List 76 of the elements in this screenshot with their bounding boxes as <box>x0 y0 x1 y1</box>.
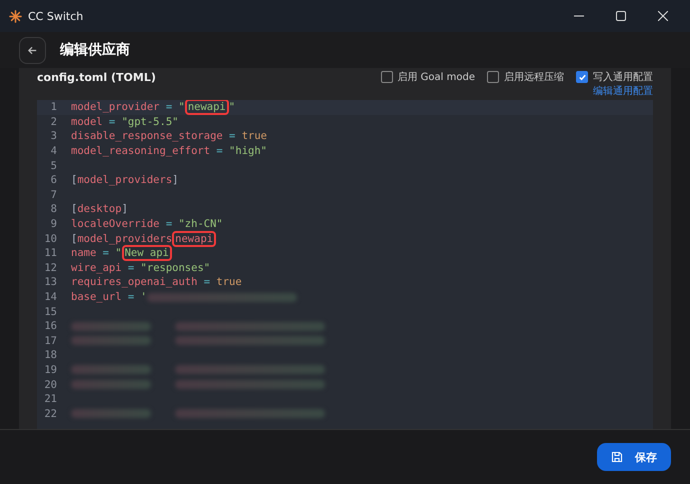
line-number: 1 <box>50 101 57 114</box>
line-number: 20 <box>43 378 57 391</box>
code-token: = <box>202 276 212 288</box>
code-token: disable_response_storage <box>71 130 223 142</box>
code-token: [ <box>71 232 78 245</box>
code-token: [ <box>71 203 78 216</box>
code-token: = <box>164 218 174 230</box>
code-token: requires_openai_auth <box>71 276 198 288</box>
line-number: 21 <box>43 393 57 406</box>
line-number: 17 <box>43 334 57 347</box>
maximize-icon[interactable] <box>616 11 626 21</box>
checkmark-icon <box>578 72 586 82</box>
line-number: 6 <box>50 174 57 186</box>
line-number: 15 <box>43 306 57 318</box>
line-number: 16 <box>43 320 57 332</box>
code-token: newapi <box>186 101 227 114</box>
code-token: model <box>71 116 103 128</box>
line-number: 19 <box>43 364 57 376</box>
code-token: = <box>126 262 136 274</box>
code-token: New api <box>124 247 170 260</box>
code-token: true <box>242 130 267 142</box>
code-token: desktop <box>77 203 122 216</box>
code-token: "responses" <box>140 262 210 274</box>
code-token: " <box>228 101 236 114</box>
close-icon[interactable] <box>658 11 668 21</box>
code-token: = <box>164 101 174 114</box>
line-number: 7 <box>50 188 57 201</box>
code-token: localeOverride <box>71 218 160 230</box>
code-token: model_reasoning_effort <box>71 145 210 158</box>
code-token: ] <box>172 174 178 186</box>
line-number: 3 <box>50 130 57 142</box>
code-token: wire_api <box>71 262 122 274</box>
window-title: CC Switch <box>28 10 84 22</box>
line-number: 14 <box>43 291 57 304</box>
page-title: 编辑供应商 <box>60 41 130 59</box>
edit-common-config-link[interactable]: 编辑通用配置 <box>593 84 653 98</box>
code-token: model_providers <box>77 174 172 186</box>
code-token: name <box>71 247 96 260</box>
code-token: [ <box>71 174 78 186</box>
line-number: 9 <box>50 218 57 230</box>
line-number: 8 <box>50 203 57 216</box>
back-arrow-icon <box>27 44 38 56</box>
code-token: model_providers <box>77 232 172 245</box>
line-number: 12 <box>43 262 57 274</box>
line-number: 22 <box>43 408 57 420</box>
code-token: ' <box>140 291 147 304</box>
code-token: "zh-CN" <box>178 218 223 230</box>
file-title: config.toml (TOML) <box>37 70 156 84</box>
line-number: 4 <box>50 145 57 158</box>
option-checkbox[interactable]: 启用远程压缩 <box>487 70 564 84</box>
code-token: ] <box>122 203 128 216</box>
code-token: = <box>126 291 136 304</box>
code-token: = <box>215 145 224 158</box>
back-button[interactable] <box>19 36 46 64</box>
code-token: = <box>108 116 116 128</box>
app-logo-icon <box>9 10 22 22</box>
code-token: newapi <box>174 232 214 245</box>
code-token: " <box>178 101 185 114</box>
line-number: 2 <box>50 116 57 128</box>
line-number: 13 <box>43 276 57 288</box>
code-token: base_url <box>71 291 122 304</box>
option-checkbox[interactable]: 写入通用配置 <box>576 70 653 84</box>
code-token: " <box>115 247 122 260</box>
code-token: = <box>228 130 236 142</box>
save-icon <box>611 451 623 463</box>
option-checkbox[interactable]: 启用 Goal mode <box>380 70 475 84</box>
line-number: 18 <box>43 349 57 362</box>
code-token: model_provider <box>71 101 160 114</box>
code-token: "gpt-5.5" <box>122 116 178 128</box>
code-token: "high" <box>229 145 267 158</box>
line-number: 11 <box>43 247 57 260</box>
save-button[interactable]: 保存 <box>597 443 671 471</box>
line-number: 10 <box>43 232 57 245</box>
code-token: = <box>102 247 110 260</box>
code-token: true <box>216 276 242 288</box>
line-number: 5 <box>50 160 57 172</box>
